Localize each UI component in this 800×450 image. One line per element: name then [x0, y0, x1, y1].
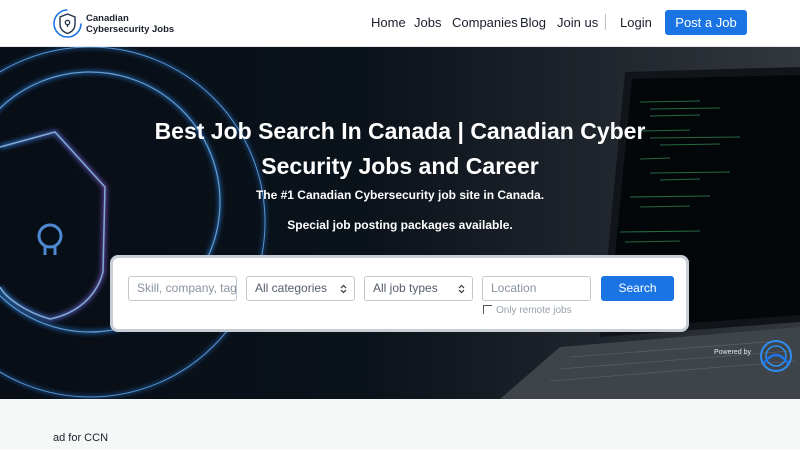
remote-jobs-label: Only remote jobs [496, 305, 572, 316]
nav-divider [605, 14, 606, 30]
site-header: Canadian Cybersecurity Jobs Home Jobs Co… [0, 0, 800, 47]
job-type-selected: All job types [373, 281, 438, 295]
location-placeholder: Location [491, 281, 537, 295]
chevron-updown-icon [458, 277, 465, 300]
brand-name-line1: Canadian [86, 13, 129, 24]
hero-section: Best Job Search In Canada | Canadian Cyb… [0, 47, 800, 399]
brand-name: Canadian Cybersecurity Jobs [86, 13, 174, 35]
nav-jobs[interactable]: Jobs [414, 15, 441, 30]
powered-by-label: Powered by [714, 349, 751, 356]
hero-subtitle: The #1 Canadian Cybersecurity job site i… [255, 188, 545, 202]
brand-name-line2: Cybersecurity Jobs [86, 24, 175, 35]
location-input[interactable]: Location [482, 276, 591, 301]
content-section: ad for CCN [0, 399, 800, 450]
site-logo[interactable]: Canadian Cybersecurity Jobs [52, 8, 182, 38]
nav-companies[interactable]: Companies [452, 15, 518, 30]
chevron-updown-icon [340, 277, 347, 300]
category-select[interactable]: All categories [246, 276, 355, 301]
keywords-input[interactable]: Skill, company, tag [128, 276, 237, 301]
nav-home[interactable]: Home [371, 15, 406, 30]
ad-label: ad for CCN [53, 432, 109, 444]
post-job-button[interactable]: Post a Job [665, 10, 747, 35]
job-search-form: Skill, company, tag All categories All j… [110, 255, 689, 332]
checkbox-icon [483, 305, 492, 314]
nav-join-us[interactable]: Join us [557, 15, 598, 30]
category-selected: All categories [255, 281, 328, 295]
keywords-placeholder: Skill, company, tag [137, 281, 237, 295]
search-button[interactable]: Search [601, 276, 674, 301]
nav-login[interactable]: Login [620, 15, 652, 30]
hero-note: Special job posting packages available. [287, 218, 513, 232]
hero-title: Best Job Search In Canada | Canadian Cyb… [154, 118, 646, 179]
nav-blog[interactable]: Blog [520, 15, 546, 30]
job-type-select[interactable]: All job types [364, 276, 473, 301]
circular-brand-icon[interactable] [756, 339, 800, 373]
shield-lock-icon [53, 9, 82, 38]
